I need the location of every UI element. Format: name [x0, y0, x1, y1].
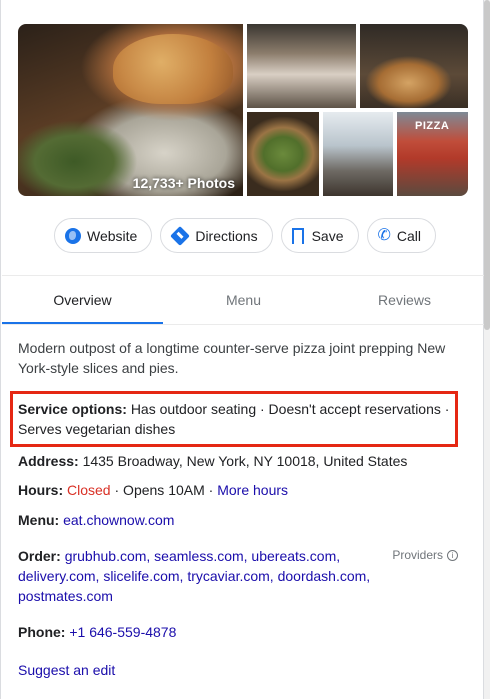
- hours-status: Closed: [67, 482, 111, 498]
- order-links-line2[interactable]: delivery.com, slicelife.com, trycaviar.c…: [18, 566, 398, 586]
- phone-row: Phone: +1 646-559-4878: [18, 622, 478, 642]
- address-row: Address: 1435 Broadway, New York, NY 100…: [18, 451, 478, 471]
- providers-label: Providers: [392, 548, 443, 562]
- more-hours-link[interactable]: More hours: [217, 482, 288, 498]
- suggest-edit-link[interactable]: Suggest an edit: [18, 660, 478, 680]
- business-description: Modern outpost of a longtime counter-ser…: [18, 340, 446, 376]
- action-buttons: Website Directions Save ✆ Call: [54, 218, 437, 254]
- menu-label: Menu:: [18, 512, 60, 528]
- bookmark-icon: [291, 227, 304, 245]
- save-label: Save: [311, 227, 344, 244]
- tab-bar: Overview Menu Reviews: [2, 276, 485, 324]
- hours-opens: · Opens 10AM ·: [114, 482, 214, 498]
- website-label: Website: [87, 227, 138, 244]
- order-links-line3[interactable]: postmates.com: [18, 586, 398, 606]
- directions-icon: [170, 225, 191, 246]
- call-button[interactable]: ✆ Call: [366, 218, 437, 253]
- photo-dining-room[interactable]: [323, 112, 393, 196]
- service-options-row: Service options: Has outdoor seating · D…: [18, 399, 463, 439]
- tab-reviews[interactable]: Reviews: [324, 276, 485, 324]
- scrollbar[interactable]: [484, 0, 490, 699]
- tab-menu[interactable]: Menu: [163, 276, 324, 324]
- divider: [2, 324, 485, 325]
- phone-link[interactable]: +1 646-559-4878: [69, 624, 176, 640]
- service-options-label: Service options:: [18, 401, 127, 417]
- info-icon: i: [447, 549, 458, 561]
- providers-info[interactable]: Providers i: [392, 548, 458, 562]
- photo-storefront[interactable]: PIZZA: [397, 112, 468, 196]
- address-label: Address:: [18, 453, 79, 469]
- photo-interior[interactable]: [247, 24, 356, 108]
- hours-label: Hours:: [18, 482, 64, 498]
- address-value[interactable]: 1435 Broadway, New York, NY 10018, Unite…: [83, 453, 408, 469]
- photo-main[interactable]: 12,733+ Photos: [18, 24, 243, 196]
- photo-count-badge[interactable]: 12,733+ Photos: [133, 175, 235, 191]
- save-button[interactable]: Save: [280, 218, 359, 253]
- hours-row: Hours: Closed · Opens 10AM · More hours: [18, 480, 478, 500]
- directions-label: Directions: [195, 227, 258, 244]
- photo-pizza-slice[interactable]: [247, 112, 319, 196]
- menu-row: Menu: eat.chownow.com: [18, 510, 478, 530]
- order-links-line1[interactable]: grubhub.com, seamless.com, ubereats.com,: [65, 548, 340, 564]
- globe-icon: [65, 227, 81, 244]
- phone-label: Phone:: [18, 624, 66, 640]
- photo-pizza-counter[interactable]: [360, 24, 468, 108]
- directions-button[interactable]: Directions: [160, 218, 273, 253]
- pizza-image: [113, 34, 233, 104]
- menu-link[interactable]: eat.chownow.com: [63, 512, 174, 528]
- call-label: Call: [396, 227, 422, 244]
- phone-icon: ✆: [377, 226, 391, 244]
- storefront-sign: PIZZA: [415, 120, 450, 132]
- order-row: Order: grubhub.com, seamless.com, uberea…: [18, 546, 398, 606]
- tab-overview[interactable]: Overview: [2, 276, 163, 324]
- website-button[interactable]: Website: [54, 218, 153, 253]
- knowledge-panel: 12,733+ Photos PIZZA Website Directions …: [0, 0, 485, 699]
- order-label: Order:: [18, 548, 61, 564]
- scrollbar-thumb[interactable]: [484, 0, 490, 330]
